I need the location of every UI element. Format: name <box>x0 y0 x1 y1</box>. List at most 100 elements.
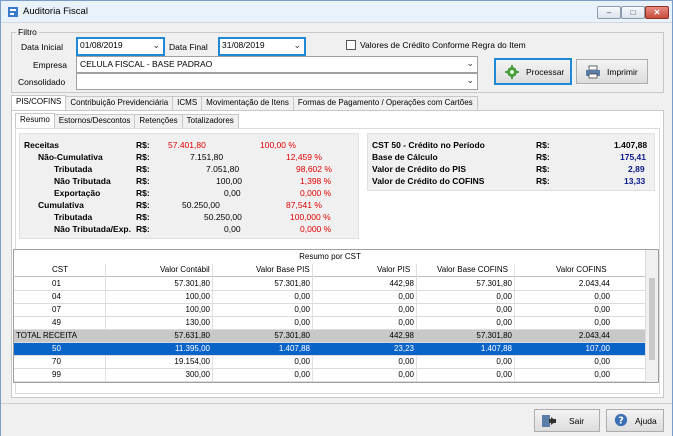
table-cell: 0,00 <box>398 357 414 366</box>
exportacao-label: Exportação <box>54 188 101 198</box>
data-inicial-field[interactable]: 01/08/2019 ⌄ <box>76 37 165 56</box>
auditoria-fiscal-window: Auditoria Fiscal – □ ✕ Filtro Data Inici… <box>0 0 673 436</box>
table-cell: 0,00 <box>294 357 310 366</box>
c-tributada-label: Tributada <box>54 212 93 222</box>
header-cst[interactable]: CST <box>52 265 68 274</box>
table-cell: 0,00 <box>294 370 310 379</box>
table-row[interactable]: 50 11.395,00 1.407,88 23,23 1.407,88 107,00 <box>14 343 646 356</box>
credito-pis-rs: R$: <box>536 164 550 174</box>
header-valor-base-cofins[interactable]: Valor Base COFINS <box>437 265 508 274</box>
c-tributada-pct: 100,000 % <box>290 212 331 222</box>
nc-tributada-pct: 98,602 % <box>296 164 332 174</box>
table-row[interactable]: 49 130,00 0,00 0,00 0,00 0,00 <box>14 317 646 330</box>
tab-contribuicao-previdenciaria[interactable]: Contribuição Previdenciária <box>65 96 174 110</box>
header-valor-pis[interactable]: Valor PIS <box>377 265 410 274</box>
close-button[interactable]: ✕ <box>645 6 669 19</box>
empresa-value: CELULA FISCAL - BASE PADRAO <box>80 59 213 69</box>
table-cell: 11.395,00 <box>175 344 210 353</box>
c-tributada-value: 50.250,00 <box>204 212 242 222</box>
title-bar: Auditoria Fiscal – □ ✕ <box>1 1 672 23</box>
table-cell: 0,00 <box>594 292 610 301</box>
empresa-select[interactable]: CELULA FISCAL - BASE PADRAO ⌄ <box>76 56 478 73</box>
table-row[interactable]: 01 57.301,80 57.301,80 442,98 57.301,80 2.043… <box>14 278 646 291</box>
data-final-value: 31/08/2019 <box>222 40 265 50</box>
data-final-field[interactable]: 31/08/2019 ⌄ <box>218 37 306 56</box>
chevron-down-icon: ⌄ <box>152 40 160 50</box>
maximize-icon: □ <box>630 8 636 17</box>
consolidado-select[interactable]: ⌄ <box>76 73 478 90</box>
exportacao-value: 0,00 <box>224 188 241 198</box>
cumulativa-pct: 87,541 % <box>286 200 322 210</box>
table-cell: 01 <box>52 279 61 288</box>
table-cell: 19.154,00 <box>174 357 210 366</box>
table-cell: 57.301,80 <box>476 331 512 340</box>
grid-caption: Resumo por CST <box>299 252 361 261</box>
nc-tributada-value: 7.051,80 <box>206 164 240 174</box>
table-cell: 0,00 <box>398 370 414 379</box>
tab-retencoes[interactable]: Retenções <box>134 114 183 128</box>
tab-formas-pagamento[interactable]: Formas de Pagamento / Operações com Cart… <box>292 96 478 110</box>
tab-totalizadores[interactable]: Totalizadores <box>181 114 239 128</box>
header-valor-cofins[interactable]: Valor COFINS <box>556 265 607 274</box>
tab-icms[interactable]: ICMS <box>172 96 203 110</box>
printer-icon <box>586 65 600 79</box>
processar-button[interactable]: Processar <box>494 58 572 85</box>
scrollbar-thumb[interactable] <box>649 278 655 360</box>
table-cell: 0,00 <box>496 357 512 366</box>
nc-nao-tributada-value: 100,00 <box>216 176 242 186</box>
receitas-label: Receitas <box>24 140 59 150</box>
ajuda-button[interactable]: ? Ajuda <box>606 409 664 432</box>
table-cell: 23,23 <box>393 344 414 353</box>
header-valor-base-pis[interactable]: Valor Base PIS <box>256 265 310 274</box>
filtro-legend: Filtro <box>18 27 37 37</box>
consolidado-label: Consolidado <box>18 77 66 87</box>
grid-scrollbar[interactable] <box>645 250 658 382</box>
tab-resumo[interactable]: Resumo <box>15 113 55 128</box>
chevron-down-icon: ⌄ <box>466 75 474 85</box>
sair-button[interactable]: Sair <box>534 409 600 432</box>
data-inicial-value: 01/08/2019 <box>80 40 123 50</box>
gear-icon <box>505 65 519 79</box>
table-cell: 0,00 <box>398 318 414 327</box>
nc-nao-tributada-label: Não Tributada <box>54 176 111 186</box>
credito-pis-label: Valor de Crédito do PIS <box>372 164 466 174</box>
chevron-down-icon: ⌄ <box>466 58 474 68</box>
table-cell: 0,00 <box>594 318 610 327</box>
tab-estornos-descontos[interactable]: Estornos/Descontos <box>53 114 136 128</box>
exportacao-rs: R$: <box>136 188 150 198</box>
table-row[interactable]: 70 19.154,00 0,00 0,00 0,00 0,00 <box>14 356 646 369</box>
table-cell: 0,00 <box>594 305 610 314</box>
tab-movimentacao-itens[interactable]: Movimentação de Itens <box>201 96 294 110</box>
table-cell: 50 <box>52 344 61 353</box>
table-cell: 07 <box>52 305 61 314</box>
nao-cumulativa-label: Não-Cumulativa <box>38 152 103 162</box>
data-final-label: Data Final <box>169 42 208 52</box>
table-cell: 107,00 <box>585 344 610 353</box>
c-nao-tributada-label: Não Tributada/Exp. <box>54 224 131 234</box>
credito-regra-checkbox[interactable] <box>346 40 356 50</box>
tab-pis-cofins[interactable]: PIS/COFINS <box>11 95 67 110</box>
nc-nao-tributada-rs: R$: <box>136 176 150 186</box>
imprimir-button[interactable]: Imprimir <box>576 59 648 84</box>
maximize-button[interactable]: □ <box>621 6 645 19</box>
table-cell: 0,00 <box>496 318 512 327</box>
total-receita-row[interactable]: TOTAL RECEITA 57.631,80 57.301,80 442,98 57.… <box>14 330 646 343</box>
credito-pis-value: 2,89 <box>628 164 645 174</box>
table-cell: 99 <box>52 370 61 379</box>
table-cell: 57.301,80 <box>274 331 310 340</box>
table-cell: 0,00 <box>398 305 414 314</box>
table-cell: 442,98 <box>389 331 414 340</box>
cumulativa-value: 50.250,00 <box>182 200 220 210</box>
table-row[interactable]: 04 100,00 0,00 0,00 0,00 0,00 <box>14 291 646 304</box>
table-cell: 0,00 <box>294 318 310 327</box>
minimize-button[interactable]: – <box>597 6 621 19</box>
table-cell: 0,00 <box>496 370 512 379</box>
table-row[interactable]: 07 100,00 0,00 0,00 0,00 0,00 <box>14 304 646 317</box>
base-calculo-value: 175,41 <box>620 152 646 162</box>
table-row[interactable]: 99 300,00 0,00 0,00 0,00 0,00 <box>14 369 646 382</box>
table-cell: 49 <box>52 318 61 327</box>
receitas-rs: R$: <box>136 140 150 150</box>
table-cell: 130,00 <box>185 318 210 327</box>
resumo-cst-grid[interactable]: Resumo por CST CST Valor Contábil Valor … <box>13 249 659 383</box>
header-valor-contabil[interactable]: Valor Contábil <box>160 265 210 274</box>
